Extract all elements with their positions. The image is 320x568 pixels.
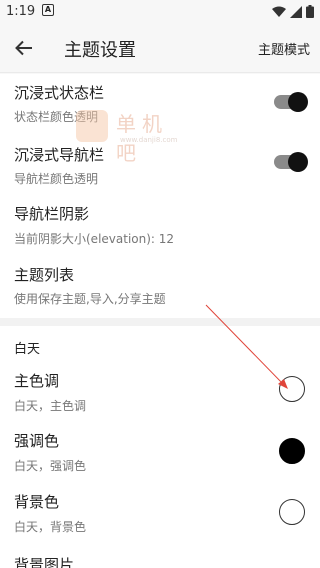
annotation-arrow xyxy=(205,304,288,389)
